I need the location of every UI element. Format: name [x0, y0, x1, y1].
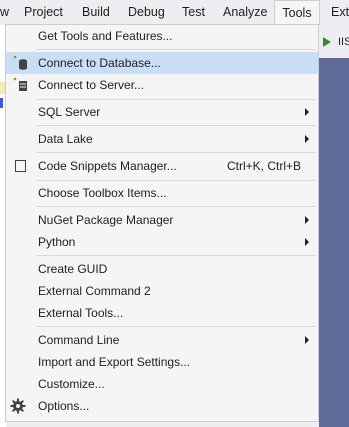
- code-snippet-icon: [13, 158, 29, 177]
- submenu-arrow-icon: [305, 216, 309, 224]
- menu-item-label: Import and Export Settings...: [38, 355, 191, 369]
- menu-item-label: Code Snippets Manager...: [38, 159, 177, 173]
- menu-separator: [36, 326, 316, 327]
- menu-item-connect-database[interactable]: Connect to Database...: [6, 52, 318, 74]
- menu-item-code-snippets[interactable]: Code Snippets Manager... Ctrl+K, Ctrl+B: [6, 155, 318, 177]
- menu-debug[interactable]: Debug: [128, 0, 165, 25]
- menu-item-external-command-2[interactable]: External Command 2: [6, 280, 318, 302]
- menu-item-label: NuGet Package Manager: [38, 213, 174, 227]
- menu-item-choose-toolbox[interactable]: Choose Toolbox Items...: [6, 182, 318, 204]
- menu-item-create-guid[interactable]: Create GUID: [6, 258, 318, 280]
- run-icon[interactable]: [323, 37, 331, 47]
- menu-item-label: Customize...: [38, 377, 105, 391]
- menu-item-label: Get Tools and Features...: [38, 29, 173, 43]
- menu-item-import-export[interactable]: Import and Export Settings...: [6, 351, 318, 373]
- menu-separator: [36, 255, 316, 256]
- submenu-arrow-icon: [305, 135, 309, 143]
- menu-item-external-tools[interactable]: External Tools...: [6, 302, 318, 324]
- menu-item-label: Connect to Database...: [38, 56, 161, 70]
- submenu-arrow-icon: [305, 238, 309, 246]
- menu-separator: [36, 99, 316, 100]
- menu-item-python[interactable]: Python: [6, 231, 318, 253]
- menu-separator: [36, 180, 316, 181]
- menu-separator: [36, 49, 316, 50]
- run-target-label[interactable]: IIS: [338, 36, 349, 48]
- menu-separator: [36, 152, 316, 153]
- menu-item-options[interactable]: Options...: [6, 395, 318, 417]
- menu-bar: w Project Build Debug Test Analyze Tools…: [0, 0, 349, 25]
- menu-item-customize[interactable]: Customize...: [6, 373, 318, 395]
- gear-icon: [10, 398, 26, 417]
- database-icon: [13, 55, 29, 74]
- menu-item-label: Connect to Server...: [38, 78, 145, 92]
- menu-item-label: Choose Toolbox Items...: [38, 186, 167, 200]
- editor-marker: [0, 98, 3, 108]
- server-icon: [13, 77, 29, 96]
- menu-item-label: Create GUID: [38, 262, 108, 276]
- menu-item-label: External Tools...: [38, 306, 124, 320]
- menu-item-shortcut: Ctrl+K, Ctrl+B: [227, 159, 302, 173]
- menu-tools[interactable]: Tools: [274, 0, 320, 25]
- menu-extensions[interactable]: Exte: [331, 0, 349, 25]
- menu-item-nuget[interactable]: NuGet Package Manager: [6, 209, 318, 231]
- menu-separator: [36, 125, 316, 126]
- right-panel-background: [319, 25, 349, 427]
- submenu-arrow-icon: [305, 336, 309, 344]
- menu-item-command-line[interactable]: Command Line: [6, 329, 318, 351]
- menu-item-data-lake[interactable]: Data Lake: [6, 128, 318, 150]
- menu-item-label: Python: [38, 235, 76, 249]
- tools-menu: Get Tools and Features... Connect to Dat…: [5, 24, 319, 422]
- menu-build[interactable]: Build: [82, 0, 110, 25]
- menu-item-label: Data Lake: [38, 132, 93, 146]
- menu-item-label: SQL Server: [38, 105, 101, 119]
- menu-item-connect-server[interactable]: Connect to Server...: [6, 74, 318, 96]
- menu-item-sql-server[interactable]: SQL Server: [6, 101, 318, 123]
- menu-project[interactable]: Project: [24, 0, 63, 25]
- menu-separator: [36, 206, 316, 207]
- menu-view[interactable]: w: [0, 0, 9, 25]
- menu-item-label: External Command 2: [38, 284, 151, 298]
- menu-analyze[interactable]: Analyze: [223, 0, 267, 25]
- menu-test[interactable]: Test: [182, 0, 205, 25]
- menu-item-label: Options...: [38, 399, 90, 413]
- submenu-arrow-icon: [305, 108, 309, 116]
- menu-item-label: Command Line: [38, 333, 120, 347]
- menu-item-get-tools[interactable]: Get Tools and Features...: [6, 25, 318, 47]
